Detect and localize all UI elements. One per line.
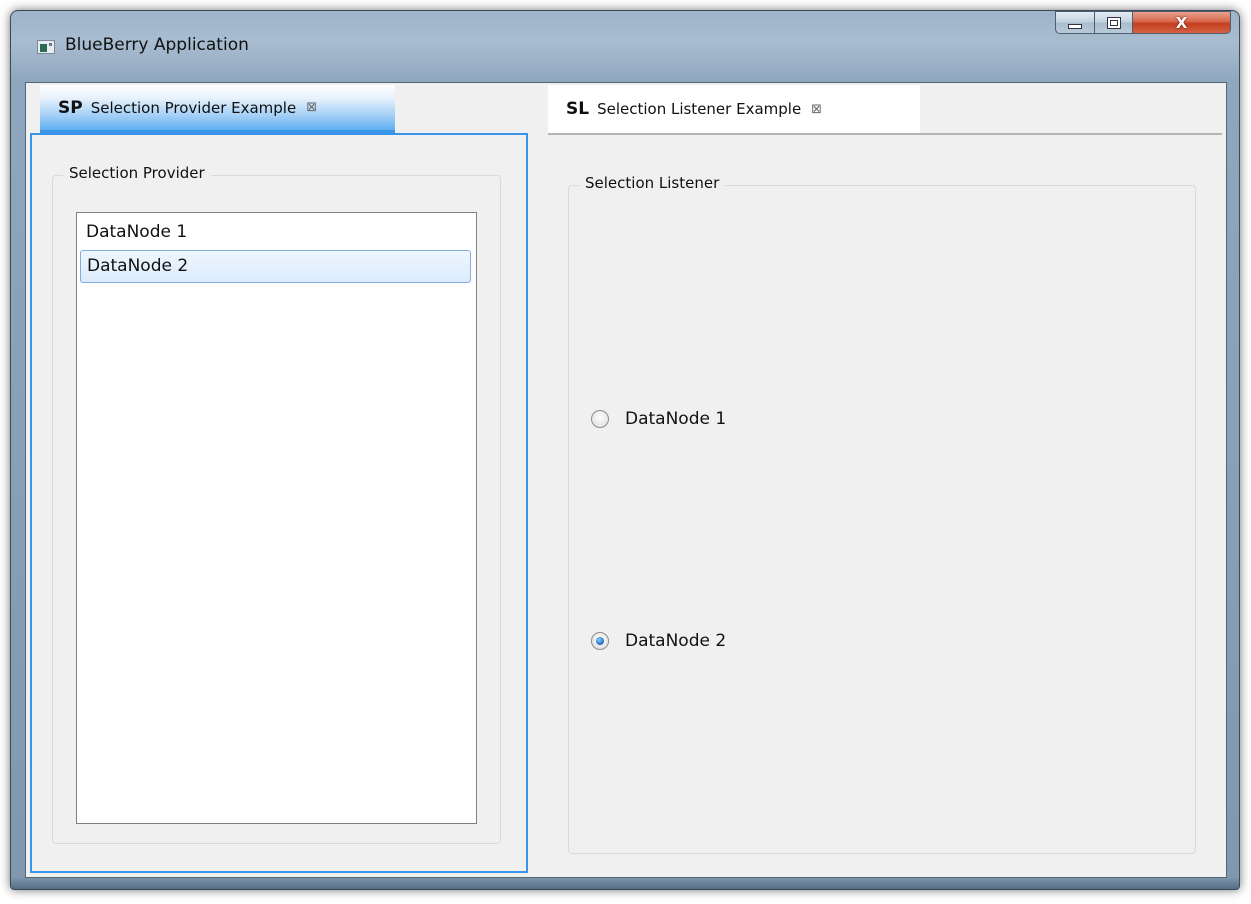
client-area: SP Selection Provider Example ⊠ SL Selec… xyxy=(25,82,1227,878)
selection-listener-view: Selection Listener DataNode 1 DataNode 2 xyxy=(548,135,1222,873)
tab-label: Selection Provider Example xyxy=(90,98,297,117)
tab-selection-listener[interactable]: SL Selection Listener Example ⊠ xyxy=(548,85,920,133)
window-title: BlueBerry Application xyxy=(65,35,249,55)
tab-selection-provider[interactable]: SP Selection Provider Example ⊠ xyxy=(40,85,395,133)
radio-button[interactable] xyxy=(591,410,609,428)
tab-icon-sl: SL xyxy=(566,99,590,119)
tab-close-icon[interactable]: ⊠ xyxy=(811,102,822,117)
app-window-icon xyxy=(37,40,55,54)
list-item[interactable]: DataNode 1 xyxy=(80,217,471,250)
window-frame-bottom xyxy=(11,877,1239,889)
radio-label: DataNode 2 xyxy=(625,631,727,651)
selection-provider-view: Selection Provider DataNode 1 DataNode 2 xyxy=(30,133,528,873)
minimize-button[interactable] xyxy=(1055,11,1095,34)
selection-provider-group: Selection Provider DataNode 1 DataNode 2 xyxy=(52,164,501,844)
tab-label: Selection Listener Example xyxy=(597,100,802,118)
tab-close-icon[interactable]: ⊠ xyxy=(306,100,317,115)
caption-buttons: X xyxy=(1055,11,1231,35)
group-title: Selection Provider xyxy=(63,164,211,182)
group-title: Selection Listener xyxy=(579,174,726,192)
selection-listener-group: Selection Listener DataNode 1 DataNode 2 xyxy=(568,174,1196,854)
application-window: BlueBerry Application X SP Selection Pro… xyxy=(10,10,1240,890)
title-bar[interactable]: BlueBerry Application X xyxy=(11,11,1239,81)
maximize-button[interactable] xyxy=(1095,11,1133,34)
minimize-icon xyxy=(1068,23,1082,29)
close-icon: X xyxy=(1175,13,1188,32)
maximize-icon xyxy=(1106,16,1121,29)
radio-label: DataNode 1 xyxy=(625,409,727,429)
radio-option-datanode-2[interactable]: DataNode 2 xyxy=(591,630,726,652)
radio-button-checked[interactable] xyxy=(591,632,609,650)
list-item-selected[interactable]: DataNode 2 xyxy=(80,250,471,283)
tab-icon-sp: SP xyxy=(58,97,83,118)
data-node-list[interactable]: DataNode 1 DataNode 2 xyxy=(76,212,477,824)
radio-option-datanode-1[interactable]: DataNode 1 xyxy=(591,408,726,430)
close-button[interactable]: X xyxy=(1133,11,1231,34)
